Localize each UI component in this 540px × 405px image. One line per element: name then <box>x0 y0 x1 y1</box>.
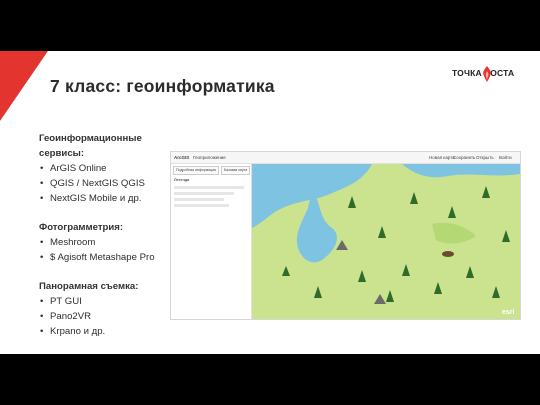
arcgis-toolbar: ArcGIS Геоприложение Новая карта Сохрани… <box>171 152 520 164</box>
arcgis-screenshot: ArcGIS Геоприложение Новая карта Сохрани… <box>170 151 521 320</box>
list-item: Pano2VR <box>39 309 179 324</box>
esri-label: esri <box>502 309 515 316</box>
arcgis-menu[interactable]: Геоприложение <box>193 155 226 160</box>
slide-title: 7 класс: геоинформатика <box>50 76 275 96</box>
list-item: QGIS / NextGIS QGIS <box>39 176 179 191</box>
list-item: Krpano и др. <box>39 324 179 339</box>
list-item: ArGIS Online <box>39 161 179 176</box>
logo-flame-icon <box>483 66 491 82</box>
section-heading: Панорамная съемка: <box>39 281 139 292</box>
map-canvas: esri <box>252 164 520 319</box>
list-item: $ Agisoft Metashape Pro <box>39 250 179 265</box>
menu-login[interactable]: Войти <box>499 155 512 160</box>
section-heading: Геоинформационные сервисы: <box>39 133 142 159</box>
map-view[interactable]: esri <box>252 164 520 319</box>
menu-new-map[interactable]: Новая карта <box>429 155 455 160</box>
section-heading: Фотограмметрия: <box>39 222 124 233</box>
brand-corner-shape <box>0 51 48 121</box>
menu-save[interactable]: Сохранить <box>453 155 475 160</box>
list-item: NextGIS Mobile и др. <box>39 191 179 206</box>
legend-title: Легенда <box>174 178 190 182</box>
tool-details[interactable]: Подробная информация <box>173 166 219 175</box>
content-list: Геоинформационные сервисы: ArGIS Online … <box>39 131 179 339</box>
list-item: PT GUI <box>39 294 179 309</box>
arcgis-app-name: ArcGIS <box>174 155 190 160</box>
menu-open[interactable]: Открыть <box>476 155 494 160</box>
slide: 7 класс: геоинформатика ТОЧКА РОСТА Геои… <box>0 51 540 354</box>
arcgis-sidebar: Подробная информация Базовая карта Леген… <box>171 164 252 319</box>
tool-basemap[interactable]: Базовая карта <box>220 166 251 175</box>
list-item: Meshroom <box>39 235 179 250</box>
